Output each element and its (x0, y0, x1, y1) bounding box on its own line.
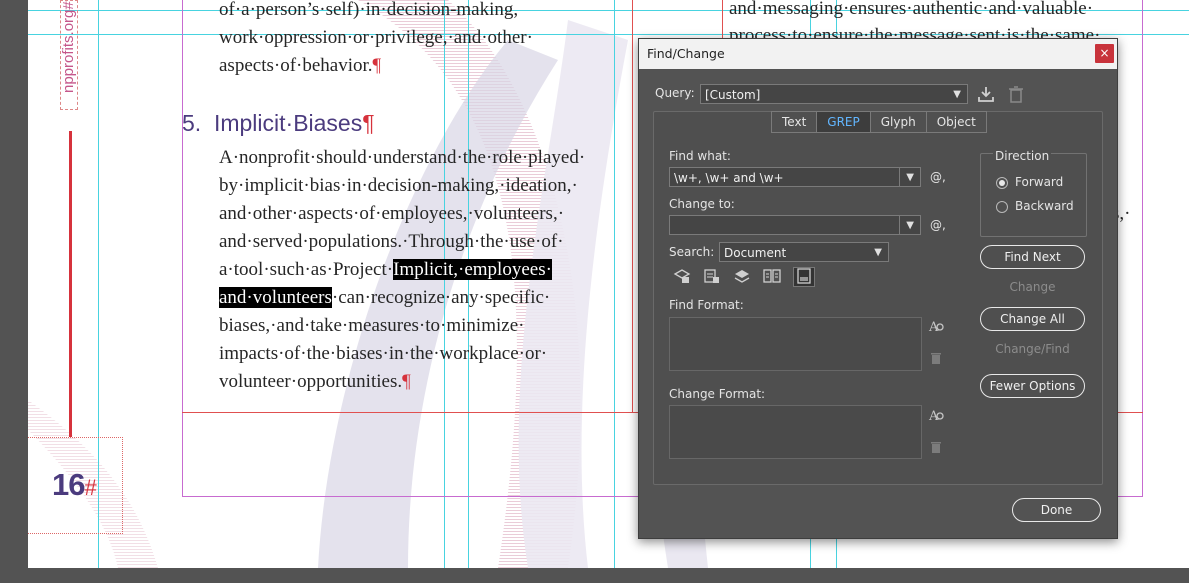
include-hidden-layers-icon[interactable] (731, 268, 753, 288)
change-all-button[interactable]: Change All (980, 307, 1085, 331)
find-format-label: Find Format: (669, 298, 744, 312)
forward-radio-label[interactable]: Forward (1015, 175, 1063, 189)
page-number-marker: # (84, 475, 96, 500)
find-what-label: Find what: (669, 149, 731, 163)
special-characters-icon[interactable]: @, (930, 170, 946, 184)
change-format-box[interactable] (669, 405, 922, 459)
specify-change-format-icon[interactable]: A (928, 407, 944, 427)
change-to-label: Change to: (669, 197, 735, 211)
dialog-titlebar[interactable]: Find/Change × (639, 39, 1117, 69)
body-text-span: ·can·recognize·any·specific· (331, 287, 551, 308)
delete-query-icon[interactable] (1007, 85, 1025, 103)
change-format-label: Change Format: (669, 387, 766, 401)
section-heading: 5. Implicit·Biases¶ (182, 110, 375, 137)
find-what-field[interactable]: \w+, \w+ and \w+ ▼ (669, 167, 921, 187)
body-text-line: aspects·of·behavior.¶ (219, 55, 381, 77)
search-scope-select[interactable]: Document ▼ (719, 242, 889, 262)
search-scope-value: Document (724, 246, 787, 260)
page-number-value: 16 (52, 467, 85, 502)
find-change-dialog: Find/Change × Query: [Custom] ▼ Text GRE… (638, 38, 1118, 539)
chevron-down-icon: ▼ (874, 247, 882, 258)
tab-text[interactable]: Text (771, 111, 818, 133)
body-text-line: work·oppression·or·privilege,·and·other· (219, 27, 533, 48)
margin-guide (182, 0, 183, 497)
include-footnotes-icon[interactable] (793, 267, 815, 287)
query-select[interactable]: [Custom] ▼ (700, 84, 968, 104)
find-format-box[interactable] (669, 317, 922, 371)
tab-object[interactable]: Object (926, 111, 987, 133)
find-next-button[interactable]: Find Next (980, 245, 1085, 269)
heading-number: 5. (182, 110, 202, 136)
change-to-field[interactable]: ▼ (669, 215, 921, 235)
specify-find-format-icon[interactable]: A (928, 318, 944, 338)
save-query-icon[interactable] (977, 85, 995, 103)
tab-grep[interactable]: GREP (817, 111, 871, 133)
direction-label: Direction (993, 149, 1052, 163)
include-locked-layers-icon[interactable] (671, 268, 693, 288)
backward-radio[interactable] (996, 201, 1008, 213)
clear-change-format-icon[interactable] (928, 440, 944, 458)
include-locked-stories-icon[interactable] (701, 268, 723, 288)
include-master-pages-icon[interactable] (761, 268, 783, 288)
pilcrow-mark: ¶ (372, 55, 382, 76)
frame-edge (632, 0, 633, 412)
backward-radio-label[interactable]: Backward (1015, 199, 1074, 213)
search-label: Search: (669, 245, 715, 259)
body-text-line: impacts·of·the·biases·in·the·workplace·o… (219, 343, 548, 364)
heading-text: Implicit·Biases (213, 110, 363, 136)
margin-guide (1142, 0, 1143, 497)
direction-group (980, 153, 1087, 237)
clear-find-format-icon[interactable] (928, 351, 944, 369)
chevron-down-icon: ▼ (953, 89, 961, 100)
body-text-line: and·volunteers·can·recognize·any·specifi… (219, 287, 550, 309)
combo-separator (899, 168, 900, 186)
combo-separator (899, 216, 900, 234)
pasteboard-bottom (0, 568, 1189, 583)
body-text-span: volunteer·opportunities. (219, 371, 403, 392)
tab-glyph[interactable]: Glyph (870, 111, 927, 133)
special-characters-icon[interactable]: @, (930, 218, 946, 232)
accent-bar (69, 131, 72, 437)
find-what-value: \w+, \w+ and \w+ (674, 171, 784, 185)
close-button[interactable]: × (1095, 44, 1114, 63)
find-type-tabs: Text GREP Glyph Object (771, 111, 987, 133)
dialog-title: Find/Change (647, 46, 725, 61)
body-text-span: aspects·of·behavior. (219, 55, 373, 76)
body-text-line: and·other·aspects·of·employees,·voluntee… (219, 203, 565, 224)
vertical-url-text: npprofits.org# (60, 0, 78, 110)
guide (468, 0, 469, 568)
body-text-line: and·served·populations.·Through·the·use·… (219, 231, 564, 252)
forward-radio[interactable] (996, 177, 1008, 189)
right-column-line: and·messaging·ensures·authentic·and·valu… (729, 0, 1094, 19)
pilcrow-mark: ¶ (402, 371, 411, 392)
guide (444, 0, 445, 568)
body-text-line: A·nonprofit·should·understand·the·role·p… (219, 147, 586, 168)
body-text-line: a·tool·such·as·Project·Implicit,·employe… (219, 259, 552, 281)
close-icon: × (1099, 46, 1110, 60)
body-text-line: by·implicit·bias·in·decision-making,·ide… (219, 175, 578, 196)
body-text-span: a·tool·such·as·Project· (219, 259, 394, 280)
chevron-down-icon[interactable]: ▼ (906, 216, 914, 236)
body-text-line: volunteer·opportunities.¶ (219, 371, 411, 393)
found-text-highlight[interactable]: and·volunteers (219, 287, 332, 308)
pasteboard-left (0, 0, 28, 583)
change-find-button[interactable]: Change/Find (980, 338, 1085, 362)
query-select-value: [Custom] (705, 88, 761, 102)
body-text-line: biases,·and·take·measures·to·minimize· (219, 315, 525, 336)
done-button[interactable]: Done (1012, 498, 1101, 522)
chevron-down-icon[interactable]: ▼ (906, 168, 914, 188)
query-label: Query: (655, 86, 695, 100)
guide (614, 0, 615, 568)
page-number: 16# (52, 467, 97, 503)
body-text-line: of·a·person’s·self)·in·decision-making, (219, 0, 519, 20)
pilcrow-mark: ¶ (362, 110, 375, 136)
found-text-highlight[interactable]: Implicit,·employees· (393, 259, 552, 280)
change-button[interactable]: Change (980, 276, 1085, 300)
fewer-options-button[interactable]: Fewer Options (980, 374, 1085, 398)
